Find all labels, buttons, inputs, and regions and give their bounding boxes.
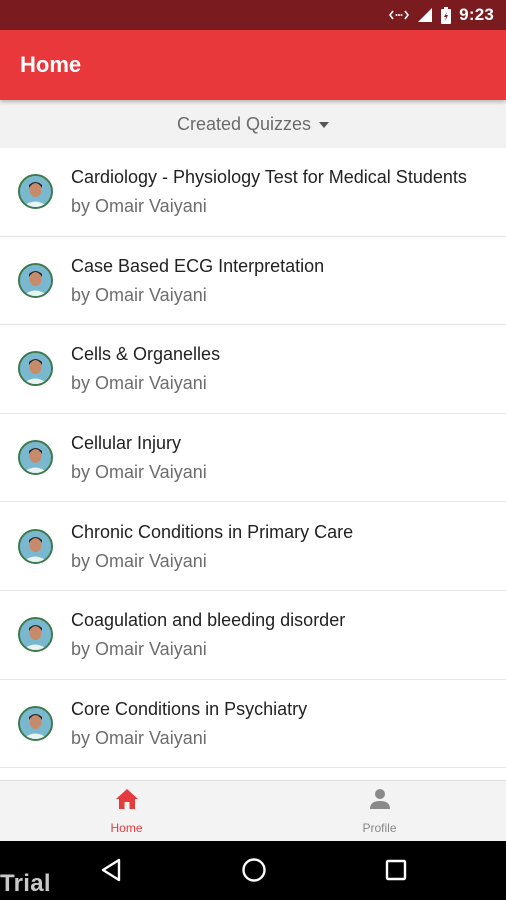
quiz-author: by Omair Vaiyani <box>71 373 207 394</box>
home-circle-icon[interactable] <box>239 855 269 885</box>
quiz-author: by Omair Vaiyani <box>71 284 207 305</box>
quiz-list-item[interactable]: Cells & Organelles by Omair Vaiyani <box>0 325 506 414</box>
nav-tab-home[interactable]: Home <box>0 781 253 841</box>
quiz-author: by Omair Vaiyani <box>71 639 207 660</box>
nav-tab-home-label: Home <box>110 820 143 835</box>
nav-tab-profile[interactable]: Profile <box>253 781 506 841</box>
page-title: Home <box>20 52 82 77</box>
avatar <box>18 174 53 210</box>
recents-icon[interactable] <box>381 855 411 885</box>
back-icon[interactable] <box>96 855 126 885</box>
system-navigation-bar: Trial <box>0 841 506 900</box>
quiz-title: Coagulation and bleeding disorder <box>71 610 346 631</box>
home-icon <box>115 788 139 815</box>
quiz-title: Core Conditions in Psychiatry <box>71 698 308 719</box>
quiz-author: by Omair Vaiyani <box>71 462 207 483</box>
status-bar: 9:23 <box>0 0 506 30</box>
quiz-list-item[interactable]: Core Conditions in Psychiatry by Omair V… <box>0 680 506 769</box>
quiz-list-item[interactable]: Case Based ECG Interpretation by Omair V… <box>0 237 506 326</box>
quiz-author: by Omair Vaiyani <box>71 550 207 571</box>
battery-icon <box>441 6 452 24</box>
avatar <box>18 351 53 387</box>
quiz-author: by Omair Vaiyani <box>71 727 207 748</box>
quiz-list-item[interactable]: Chronic Conditions in Primary Care by Om… <box>0 502 506 591</box>
quiz-list-item[interactable]: Cellular Injury by Omair Vaiyani <box>0 414 506 503</box>
quiz-title: Cardiology - Physiology Test for Medical… <box>71 167 467 188</box>
quiz-title: Cellular Injury <box>71 433 182 454</box>
trial-watermark: Trial <box>0 870 51 897</box>
quiz-list[interactable]: Cardiology - Physiology Test for Medical… <box>0 148 506 780</box>
quiz-title: Cells & Organelles <box>71 344 221 365</box>
avatar <box>18 262 53 298</box>
person-icon <box>369 788 391 815</box>
quiz-list-item[interactable]: Cardiology - Physiology Test for Medical… <box>0 148 506 237</box>
avatar <box>18 440 53 476</box>
avatar <box>18 528 53 564</box>
quiz-title: Chronic Conditions in Primary Care <box>71 521 354 542</box>
bottom-navigation: Home Profile <box>0 780 506 841</box>
status-time: 9:23 <box>459 5 494 24</box>
caret-down-icon <box>319 122 330 128</box>
quiz-author: by Omair Vaiyani <box>71 196 207 217</box>
avatar <box>18 617 53 653</box>
quiz-list-item[interactable]: Coagulation and bleeding disorder by Oma… <box>0 591 506 680</box>
app-bar: Home <box>0 30 506 100</box>
avatar <box>18 705 53 741</box>
quiz-filter-dropdown[interactable]: Created Quizzes <box>0 100 506 148</box>
signal-icon <box>417 7 433 23</box>
data-transfer-icon <box>389 8 410 22</box>
quiz-filter-label: Created Quizzes <box>176 113 312 134</box>
quiz-title: Case Based ECG Interpretation <box>71 255 325 276</box>
nav-tab-profile-label: Profile <box>362 820 397 835</box>
